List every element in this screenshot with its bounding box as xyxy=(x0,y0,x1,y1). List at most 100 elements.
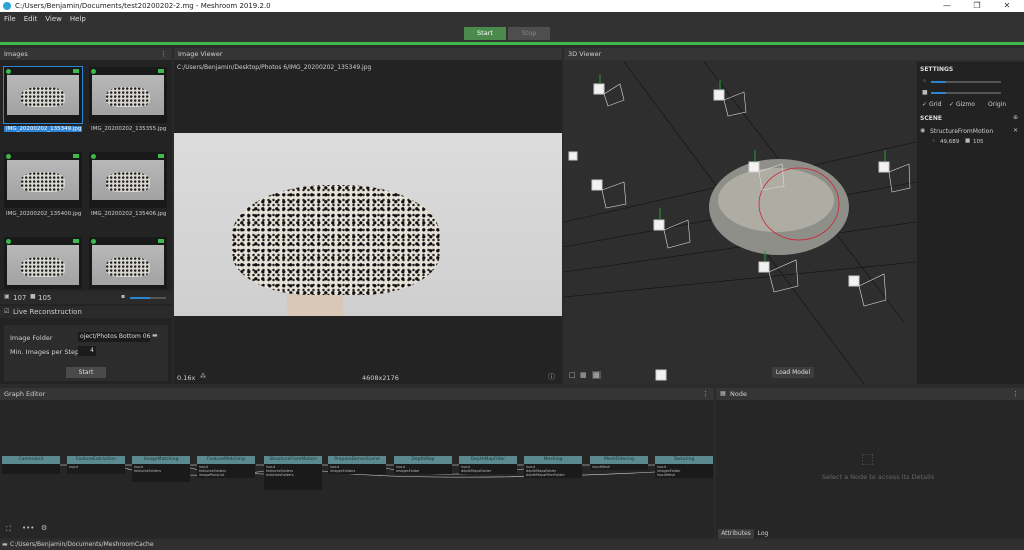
tab-log[interactable]: Log xyxy=(755,529,771,539)
camera-icon xyxy=(158,154,164,158)
images-panel-title: Images xyxy=(4,50,28,58)
graph-node[interactable]: MeshFiltering inputMesh xyxy=(590,456,648,470)
minimize-button[interactable]: — xyxy=(932,0,962,12)
thumbnail[interactable]: IMG_20200202_135355.jpg xyxy=(89,67,167,132)
select-node-icon: ⬚ xyxy=(861,451,875,467)
scene-item-name[interactable]: StructureFromMotion xyxy=(930,128,993,135)
graph-node[interactable]: CameraInit xyxy=(2,456,60,474)
gizmo-toggle[interactable]: ✓ Gizmo xyxy=(949,101,975,108)
thumbnail-image xyxy=(92,245,164,285)
zoom-level: 0.16x xyxy=(177,374,196,382)
more-options-icon[interactable]: ⋮ xyxy=(1012,388,1019,400)
nodes-icon[interactable]: ⁂ xyxy=(200,373,206,380)
live-start-button[interactable]: Start xyxy=(66,367,106,378)
thumbnail-image xyxy=(7,160,79,200)
image-path: C:/Users/Benjamin/Desktop/Photos 6/IMG_2… xyxy=(177,64,372,71)
node-title: StructureFromMotion xyxy=(264,456,322,464)
point-size-slider[interactable] xyxy=(931,81,1001,83)
camera-icon xyxy=(158,239,164,243)
node-ports: input xyxy=(67,464,125,474)
maximize-button[interactable]: ❐ xyxy=(962,0,992,12)
image-viewer-title: Image Viewer xyxy=(178,50,223,58)
remove-icon[interactable]: ✕ xyxy=(1013,127,1018,134)
info-icon[interactable]: ⓘ xyxy=(548,372,555,382)
thumbnail-image xyxy=(7,245,79,285)
view-mode-textured-icon[interactable]: ▩ xyxy=(592,371,601,379)
camera-icon xyxy=(73,69,79,73)
stop-button[interactable]: Stop xyxy=(508,27,550,40)
checkbox-icon[interactable]: ☑ xyxy=(4,308,9,315)
node-ports: inputMesh xyxy=(590,464,648,470)
more-options-icon[interactable]: ⋮ xyxy=(702,388,709,400)
status-dot-icon xyxy=(6,69,11,74)
thumbnail-size-icon: ▪ xyxy=(121,293,126,300)
graph-node[interactable]: DepthMapFilter input depthMapsFolder xyxy=(459,456,517,474)
fit-view-icon[interactable]: ⛶ xyxy=(6,525,11,534)
view-mode-grid-icon[interactable]: ▦ xyxy=(580,371,587,379)
grid-label: Grid xyxy=(928,101,942,108)
thumbnail[interactable]: IMG_20200202_135400.jpg xyxy=(4,152,82,217)
viewer3d-scene[interactable] xyxy=(564,62,916,384)
graph-node[interactable]: Meshing input depthMapsFolder depthMapsFil… xyxy=(524,456,582,478)
live-reconstruction-header[interactable]: ☑ Live Reconstruction xyxy=(0,306,172,318)
more-icon[interactable]: ••• xyxy=(22,524,34,532)
scene-title: SCENE xyxy=(920,115,942,122)
thumbnail[interactable] xyxy=(4,237,82,289)
graph-node[interactable]: ImageMatching input featuresFolders xyxy=(132,456,190,482)
origin-toggle[interactable]: Origin xyxy=(988,101,1006,108)
node-ports: input imagesFolders xyxy=(328,464,386,474)
thumbnail[interactable] xyxy=(89,237,167,289)
node-title: ImageMatching xyxy=(132,456,190,464)
tab-attributes[interactable]: Attributes xyxy=(718,529,754,539)
graph-node[interactable]: PrepareDenseScene input imagesFolders xyxy=(328,456,386,474)
camera-scale-slider[interactable] xyxy=(931,92,1001,94)
node-ports: input featuresFolders imagePairsList xyxy=(197,464,255,478)
gizmo-label: Gizmo xyxy=(955,101,975,108)
cameras-count: 105 xyxy=(973,139,984,145)
thumbnail-caption: IMG_20200202_135406.jpg xyxy=(91,211,167,217)
graph-node[interactable]: FeatureMatching input featuresFolders imag… xyxy=(197,456,255,478)
thumbnail-image xyxy=(92,160,164,200)
status-dot-icon xyxy=(6,239,11,244)
graph-node[interactable]: Texturing input imagesFolder inputMesh xyxy=(655,456,713,478)
image-folder-input[interactable]: oject/Photos Bottom 06 xyxy=(78,332,150,342)
min-images-input[interactable]: 4 xyxy=(78,346,96,356)
menu-file[interactable]: File xyxy=(4,15,16,23)
thumbnail[interactable]: IMG_20200202_135349.jpg xyxy=(3,66,83,132)
view-mode-empty-icon[interactable]: □ xyxy=(569,371,576,379)
load-model-button[interactable]: Load Model xyxy=(772,367,814,378)
camera-count: 105 xyxy=(38,294,52,302)
menu-help[interactable]: Help xyxy=(70,15,86,23)
menu-view[interactable]: View xyxy=(45,15,62,23)
folder-icon[interactable]: ▬ xyxy=(152,332,158,339)
more-options-icon[interactable]: ⋮ xyxy=(160,48,167,60)
status-dot-icon xyxy=(91,154,96,159)
close-button[interactable]: ✕ xyxy=(992,0,1022,12)
thumbnail[interactable]: IMG_20200202_135406.jpg xyxy=(89,152,167,217)
graph-node[interactable]: FeatureExtraction input xyxy=(67,456,125,474)
thumbnail-image xyxy=(92,75,164,115)
gear-icon[interactable]: ⚙ xyxy=(41,524,47,532)
image-count: 107 xyxy=(13,294,27,302)
visibility-icon[interactable]: ◉ xyxy=(920,127,925,134)
image-folder-label: Image Folder xyxy=(10,334,53,342)
thumbnail-size-slider[interactable] xyxy=(130,297,166,299)
graph-node[interactable]: DepthMap input imagesFolder xyxy=(394,456,452,474)
status-bar: ▬ C:/Users/Benjamin/Documents/MeshroomCa… xyxy=(0,540,1024,550)
viewer3d-sidebar xyxy=(917,62,1024,384)
camera-icon: ■ xyxy=(30,293,36,300)
camera-icon xyxy=(158,69,164,73)
window-title: C:/Users/Benjamin/Documents/test20200202… xyxy=(15,2,271,10)
min-images-label: Min. Images per Step xyxy=(10,348,80,356)
graph-editor-header: Graph Editor ⋮ xyxy=(0,388,714,400)
start-button[interactable]: Start xyxy=(464,27,506,40)
graph-node[interactable]: StructureFromMotion input featuresFolders… xyxy=(264,456,322,490)
thumbnail-caption: IMG_20200202_135355.jpg xyxy=(91,126,167,132)
points-icon: ⁘ xyxy=(931,138,936,144)
main-image[interactable] xyxy=(174,133,562,316)
node-title: PrepareDenseScene xyxy=(328,456,386,464)
grid-toggle[interactable]: ✓ Grid xyxy=(922,101,942,108)
camera-icon xyxy=(73,239,79,243)
menu-edit[interactable]: Edit xyxy=(24,15,38,23)
scene-add-icon[interactable]: ⊕ xyxy=(1013,114,1018,121)
